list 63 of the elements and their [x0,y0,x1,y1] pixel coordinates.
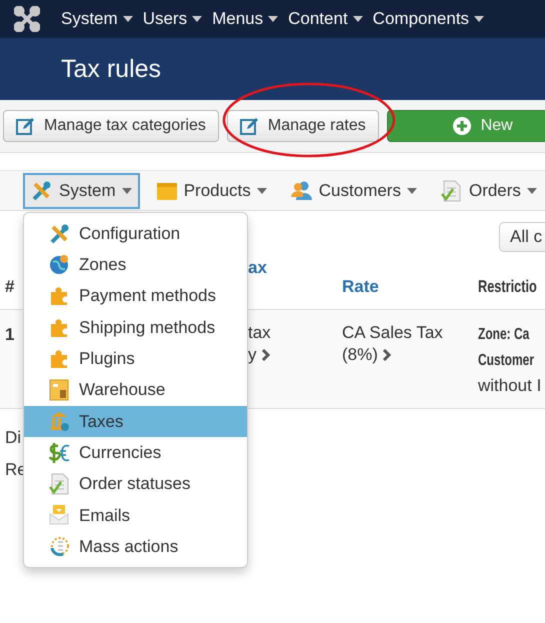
top-menu-item[interactable]: Content [288,6,363,32]
bank-icon [49,410,71,432]
dropdown-item[interactable]: Zones [24,249,247,281]
chevron-icon [382,349,391,361]
column-header: # [5,276,14,298]
edit-icon [16,117,34,135]
filter-button[interactable]: All c [499,222,545,252]
top-menu-item[interactable]: Menus [212,6,278,32]
table-cell-text: CA Sales Tax [342,322,443,344]
column-header: Restrictio [478,276,537,298]
chevron-icon [260,349,270,361]
caret-icon [352,16,363,22]
dropdown-item[interactable]: Currencies [24,437,247,468]
caret-icon [122,188,132,194]
column-header-link[interactable]: ax [248,255,267,280]
currency-icon [49,442,71,464]
top-menu-item[interactable]: Components [372,6,484,32]
tools-icon [31,180,53,202]
dropdown-item[interactable]: Plugins [24,343,247,374]
component-menu-button[interactable]: Products [148,172,275,208]
component-menu-button[interactable]: Orders [432,172,545,208]
users-icon [290,180,313,202]
new-button[interactable]: New [386,110,545,142]
dropdown-item[interactable]: Warehouse [24,374,247,406]
info-text: Di [5,427,22,449]
caret-icon [406,188,417,194]
table-cell-text: tax [248,322,271,344]
dropdown-item[interactable]: Order statuses [24,468,247,500]
dropdown-item[interactable]: Shipping methods [24,312,247,344]
caret-icon [268,16,278,22]
component-menu-button[interactable]: System [23,172,140,208]
caret-icon [122,16,133,22]
caret-icon [474,16,484,22]
page-title: Tax rules [61,54,162,84]
restriction-text: Zone: Ca [478,325,530,345]
edit-icon [240,117,258,135]
restriction-text: without I [478,376,542,395]
dropdown-item[interactable]: Payment methods [24,280,247,312]
caret-icon [256,188,267,194]
dropdown-item[interactable]: Emails [24,500,247,531]
dropdown-item[interactable]: Taxes [24,406,247,438]
table-cell: 1 [5,325,14,344]
checklist-icon [49,473,71,496]
caret-icon [526,188,537,194]
plus-circle-icon [452,117,471,135]
table-cell-text: y [248,344,256,366]
building-icon [49,379,71,402]
top-menu-item[interactable]: Users [142,6,202,32]
checklist-icon [440,180,463,202]
toolbar-button[interactable]: Manage rates [226,110,379,142]
column-header-link[interactable]: Rate [342,274,379,299]
globe-icon [49,254,71,276]
dropdown-item[interactable]: Mass actions [24,530,247,562]
table-cell-text: (8%) [342,344,378,366]
envelope-icon [49,504,71,526]
toolbar-button[interactable]: Manage tax categories [3,110,219,142]
dropdown-item[interactable]: Configuration [24,218,247,250]
tools-icon [49,222,71,245]
caret-icon [192,16,202,22]
top-menu-item[interactable]: System [61,6,133,32]
component-menu-button[interactable]: Customers [282,172,425,208]
cycle-icon [49,536,71,558]
restriction-text: Customer [478,351,534,371]
